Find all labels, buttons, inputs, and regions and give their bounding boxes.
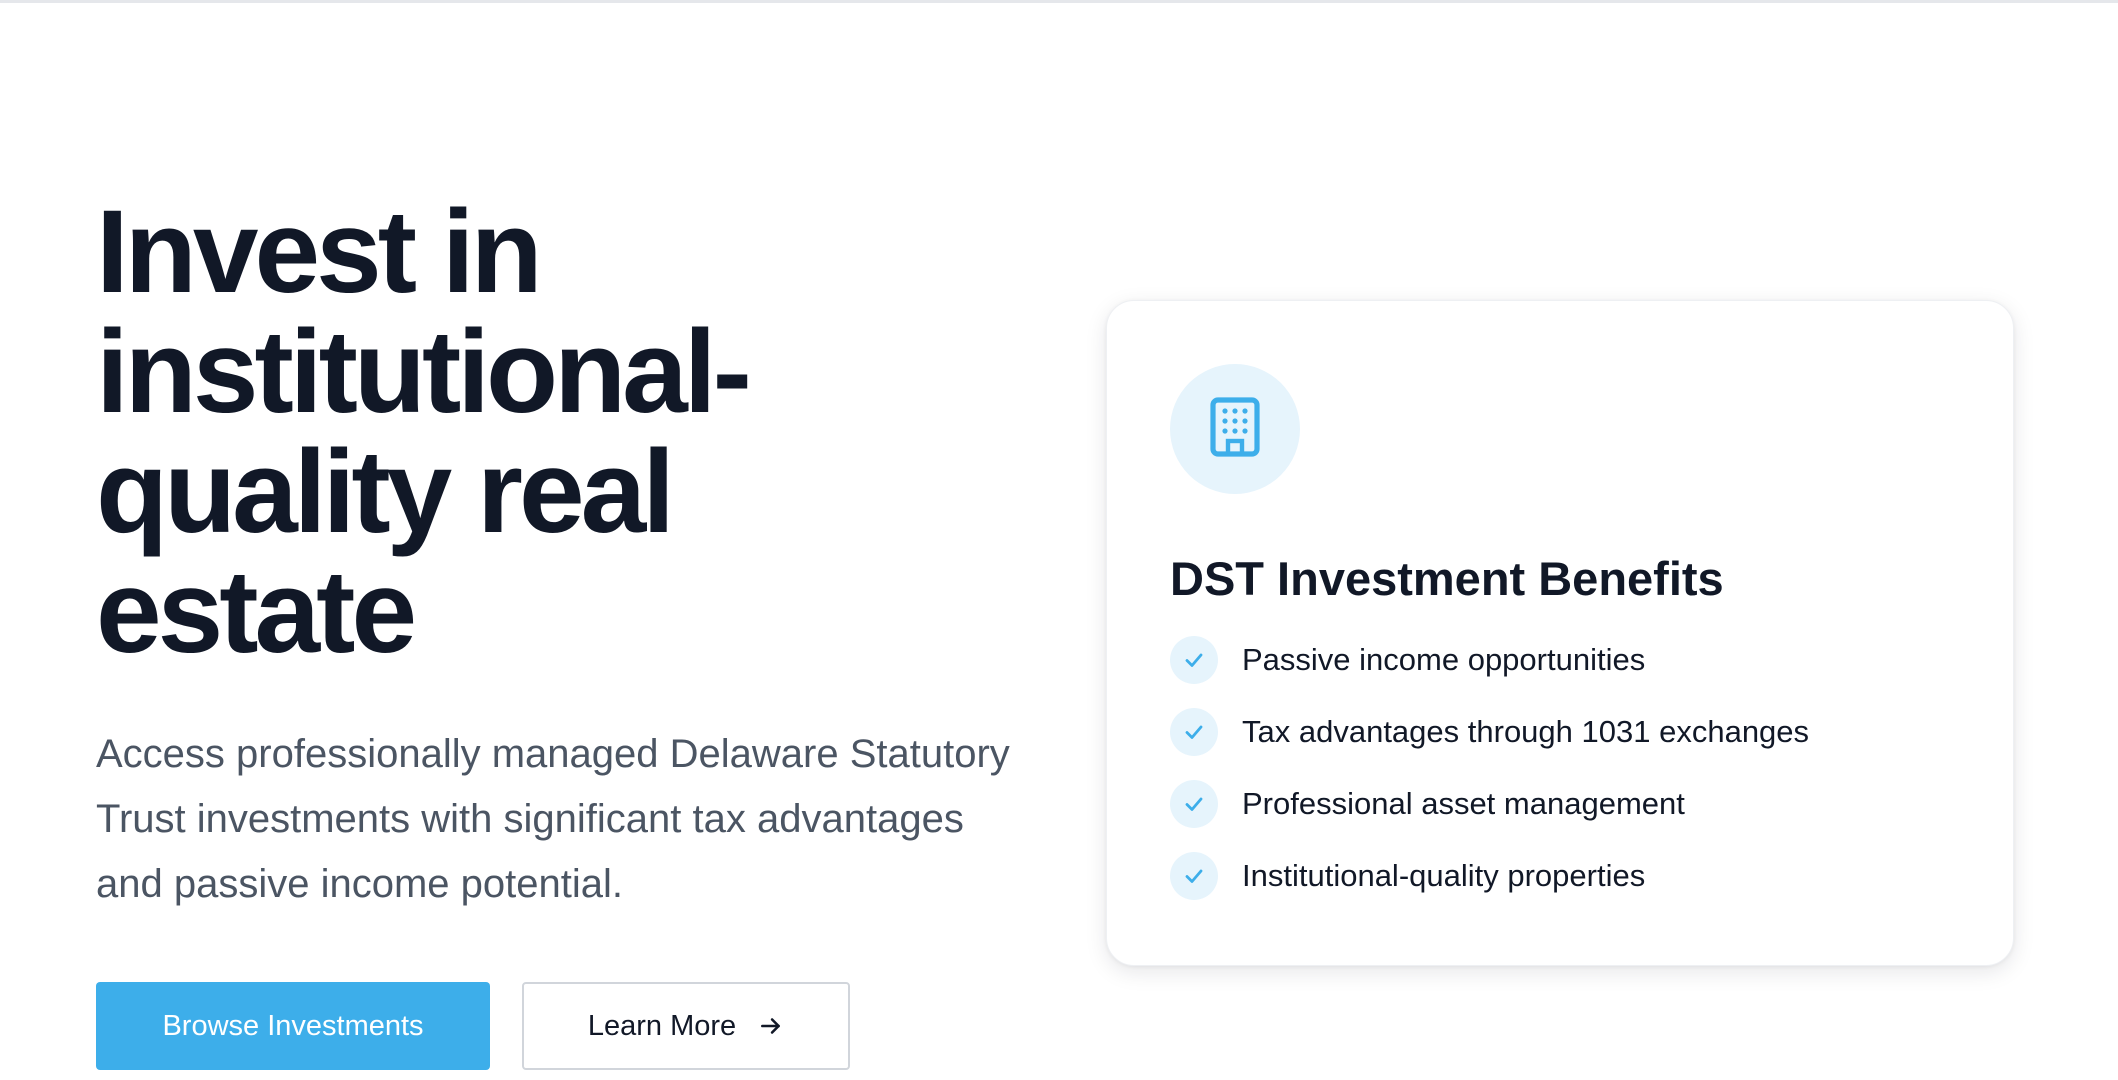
card-title: DST Investment Benefits — [1170, 552, 1724, 605]
check-icon — [1170, 780, 1218, 828]
hero-subtitle-line: Access professionally managed Delaware S… — [96, 732, 1010, 776]
hero-title-line: estate — [96, 546, 417, 678]
hero-subtitle-line: Trust investments with significant tax a… — [96, 797, 964, 841]
list-item: Tax advantages through 1031 exchanges — [1170, 707, 1809, 757]
building-icon — [1209, 396, 1261, 462]
list-item: Institutional-quality properties — [1170, 851, 1809, 901]
hero-title-line: institutional- — [96, 306, 752, 438]
arrow-right-icon — [758, 1013, 784, 1039]
top-divider — [0, 0, 2118, 3]
benefit-label: Passive income opportunities — [1242, 642, 1646, 677]
benefit-label: Professional asset management — [1242, 786, 1685, 821]
check-icon — [1170, 636, 1218, 684]
benefits-list: Passive income opportunities Tax advanta… — [1170, 635, 1809, 923]
benefits-card: DST Investment Benefits Passive income o… — [1106, 300, 2014, 966]
learn-more-label: Learn More — [587, 1009, 737, 1042]
benefit-label: Institutional-quality properties — [1242, 858, 1646, 893]
hero-title: Invest in institutional- quality real es… — [96, 192, 1016, 672]
building-icon-badge — [1170, 364, 1300, 494]
check-icon — [1170, 852, 1218, 900]
check-icon — [1170, 708, 1218, 756]
hero-title-line: quality real — [96, 426, 675, 558]
hero-title-line: Invest in — [96, 186, 543, 318]
benefit-label: Tax advantages through 1031 exchanges — [1242, 714, 1810, 749]
learn-more-button[interactable]: Learn More — [522, 982, 850, 1070]
hero-subtitle: Access professionally managed Delaware S… — [96, 722, 1016, 917]
hero-heading-block: Invest in institutional- quality real es… — [96, 192, 1016, 672]
list-item: Passive income opportunities — [1170, 635, 1809, 685]
browse-investments-button[interactable]: Browse Investments — [96, 982, 490, 1070]
browse-investments-label: Browse Investments — [162, 1009, 424, 1042]
hero-subtitle-line: and passive income potential. — [96, 862, 623, 906]
list-item: Professional asset management — [1170, 779, 1809, 829]
